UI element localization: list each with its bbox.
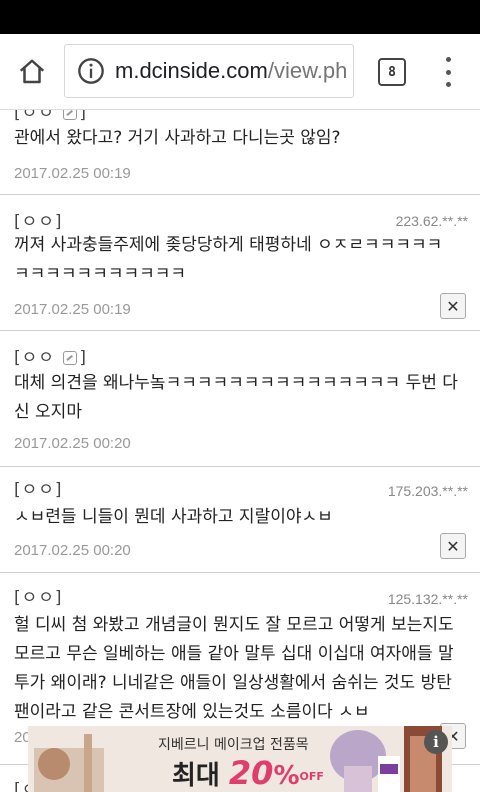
edit-icon <box>63 351 78 365</box>
comment-text: 대체 의견을 왜나누놐ㅋㅋㅋㅋㅋㅋㅋㅋㅋㅋㅋㅋㅋㅋㅋ 두번 다신 오지마 <box>14 373 458 422</box>
tab-count: 8 <box>388 64 396 80</box>
delete-comment-button[interactable]: ✕ <box>440 293 466 319</box>
comment-ip: 175.203.**.** <box>387 483 468 499</box>
comment-author: [ㅇㅇ ] <box>14 110 87 123</box>
info-icon[interactable] <box>77 57 105 85</box>
edit-icon <box>63 110 78 120</box>
comment-author: [ㅇㅇ] <box>14 480 63 500</box>
comment-date: 2017.02.25 00:20 <box>14 542 131 559</box>
comment-ip: 125.132.**.** <box>387 591 468 607</box>
address-bar[interactable]: m.dcinside.com/view.ph <box>64 44 354 98</box>
overflow-menu-button[interactable] <box>436 54 460 90</box>
ad-banner[interactable]: 지베르니 메이크업 전품목 최대 20%OFF <box>28 726 452 792</box>
comment-list: [ㅇㅇ ] 관에서 왔다고? 거기 사과하고 다니는곳 않임? 2017.02.… <box>0 110 480 792</box>
menu-dot-icon <box>445 57 451 62</box>
comment-ip: 223.62.**.** <box>395 213 468 229</box>
ad-title: 지베르니 메이크업 전품목 <box>158 737 309 753</box>
comment-text: 꺼져 사과충들주제에 좆당당하게 태평하네 ㅇㅈㄹㅋㅋㅋㅋㅋㅋㅋㅋㅋㅋㅋㅋㅋㅋㅋ… <box>14 235 443 284</box>
comment-date: 2017.02.25 00:20 <box>14 435 131 452</box>
url-host: m.dcinside.com <box>115 58 268 83</box>
comment-date: 2017.02.25 00:19 <box>14 165 131 182</box>
comment-text: 관에서 왔다고? 거기 사과하고 다니는곳 않임? <box>14 128 341 148</box>
home-button[interactable] <box>12 52 52 92</box>
menu-dot-icon <box>445 82 451 87</box>
status-bar <box>0 0 480 34</box>
ad-headline: 최대 20%OFF <box>172 754 324 792</box>
comment-item: [ㅇㅇ ] 대체 의견을 왜나누놐ㅋㅋㅋㅋㅋㅋㅋㅋㅋㅋㅋㅋㅋㅋㅋ 두번 다신 오… <box>0 331 480 467</box>
comment-author: [ㅇㅇ] <box>14 212 63 232</box>
comment-date: 2017.02.25 00:19 <box>14 301 131 318</box>
comment-text: ㅅㅂ련들 니들이 뭔데 사과하고 지랄이야ㅅㅂ <box>14 507 333 527</box>
comment-item: [ㅇㅇ ] 관에서 왔다고? 거기 사과하고 다니는곳 않임? 2017.02.… <box>0 110 480 195</box>
comment-author: [ㅇㅇ ] <box>14 348 87 368</box>
menu-dot-icon <box>445 69 451 75</box>
comment-item: [ㅇㅇ] 175.203.**.** ㅅㅂ련들 니들이 뭔데 사과하고 지랄이야… <box>0 467 480 573</box>
home-icon <box>19 59 45 84</box>
ad-info-icon[interactable]: i <box>424 730 448 754</box>
comment-author: [ㅇㅇ] <box>14 588 63 608</box>
comment-item: [ㅇㅇ] 223.62.**.** 꺼져 사과충들주제에 좆당당하게 태평하네 … <box>0 195 480 331</box>
close-icon: ✕ <box>446 296 460 316</box>
url-text: m.dcinside.com/view.ph <box>115 58 347 84</box>
makeup-product-image <box>34 734 104 792</box>
url-path: /view.ph <box>267 58 348 83</box>
close-icon: ✕ <box>446 536 460 556</box>
comment-text: 헐 디씨 첨 와봤고 개념글이 뭔지도 잘 모르고 어떻게 보는지도 모르고 무… <box>14 615 454 722</box>
tab-switcher-button[interactable]: 8 <box>378 58 406 86</box>
browser-toolbar: m.dcinside.com/view.ph 8 <box>0 34 480 110</box>
delete-comment-button[interactable]: ✕ <box>440 533 466 559</box>
